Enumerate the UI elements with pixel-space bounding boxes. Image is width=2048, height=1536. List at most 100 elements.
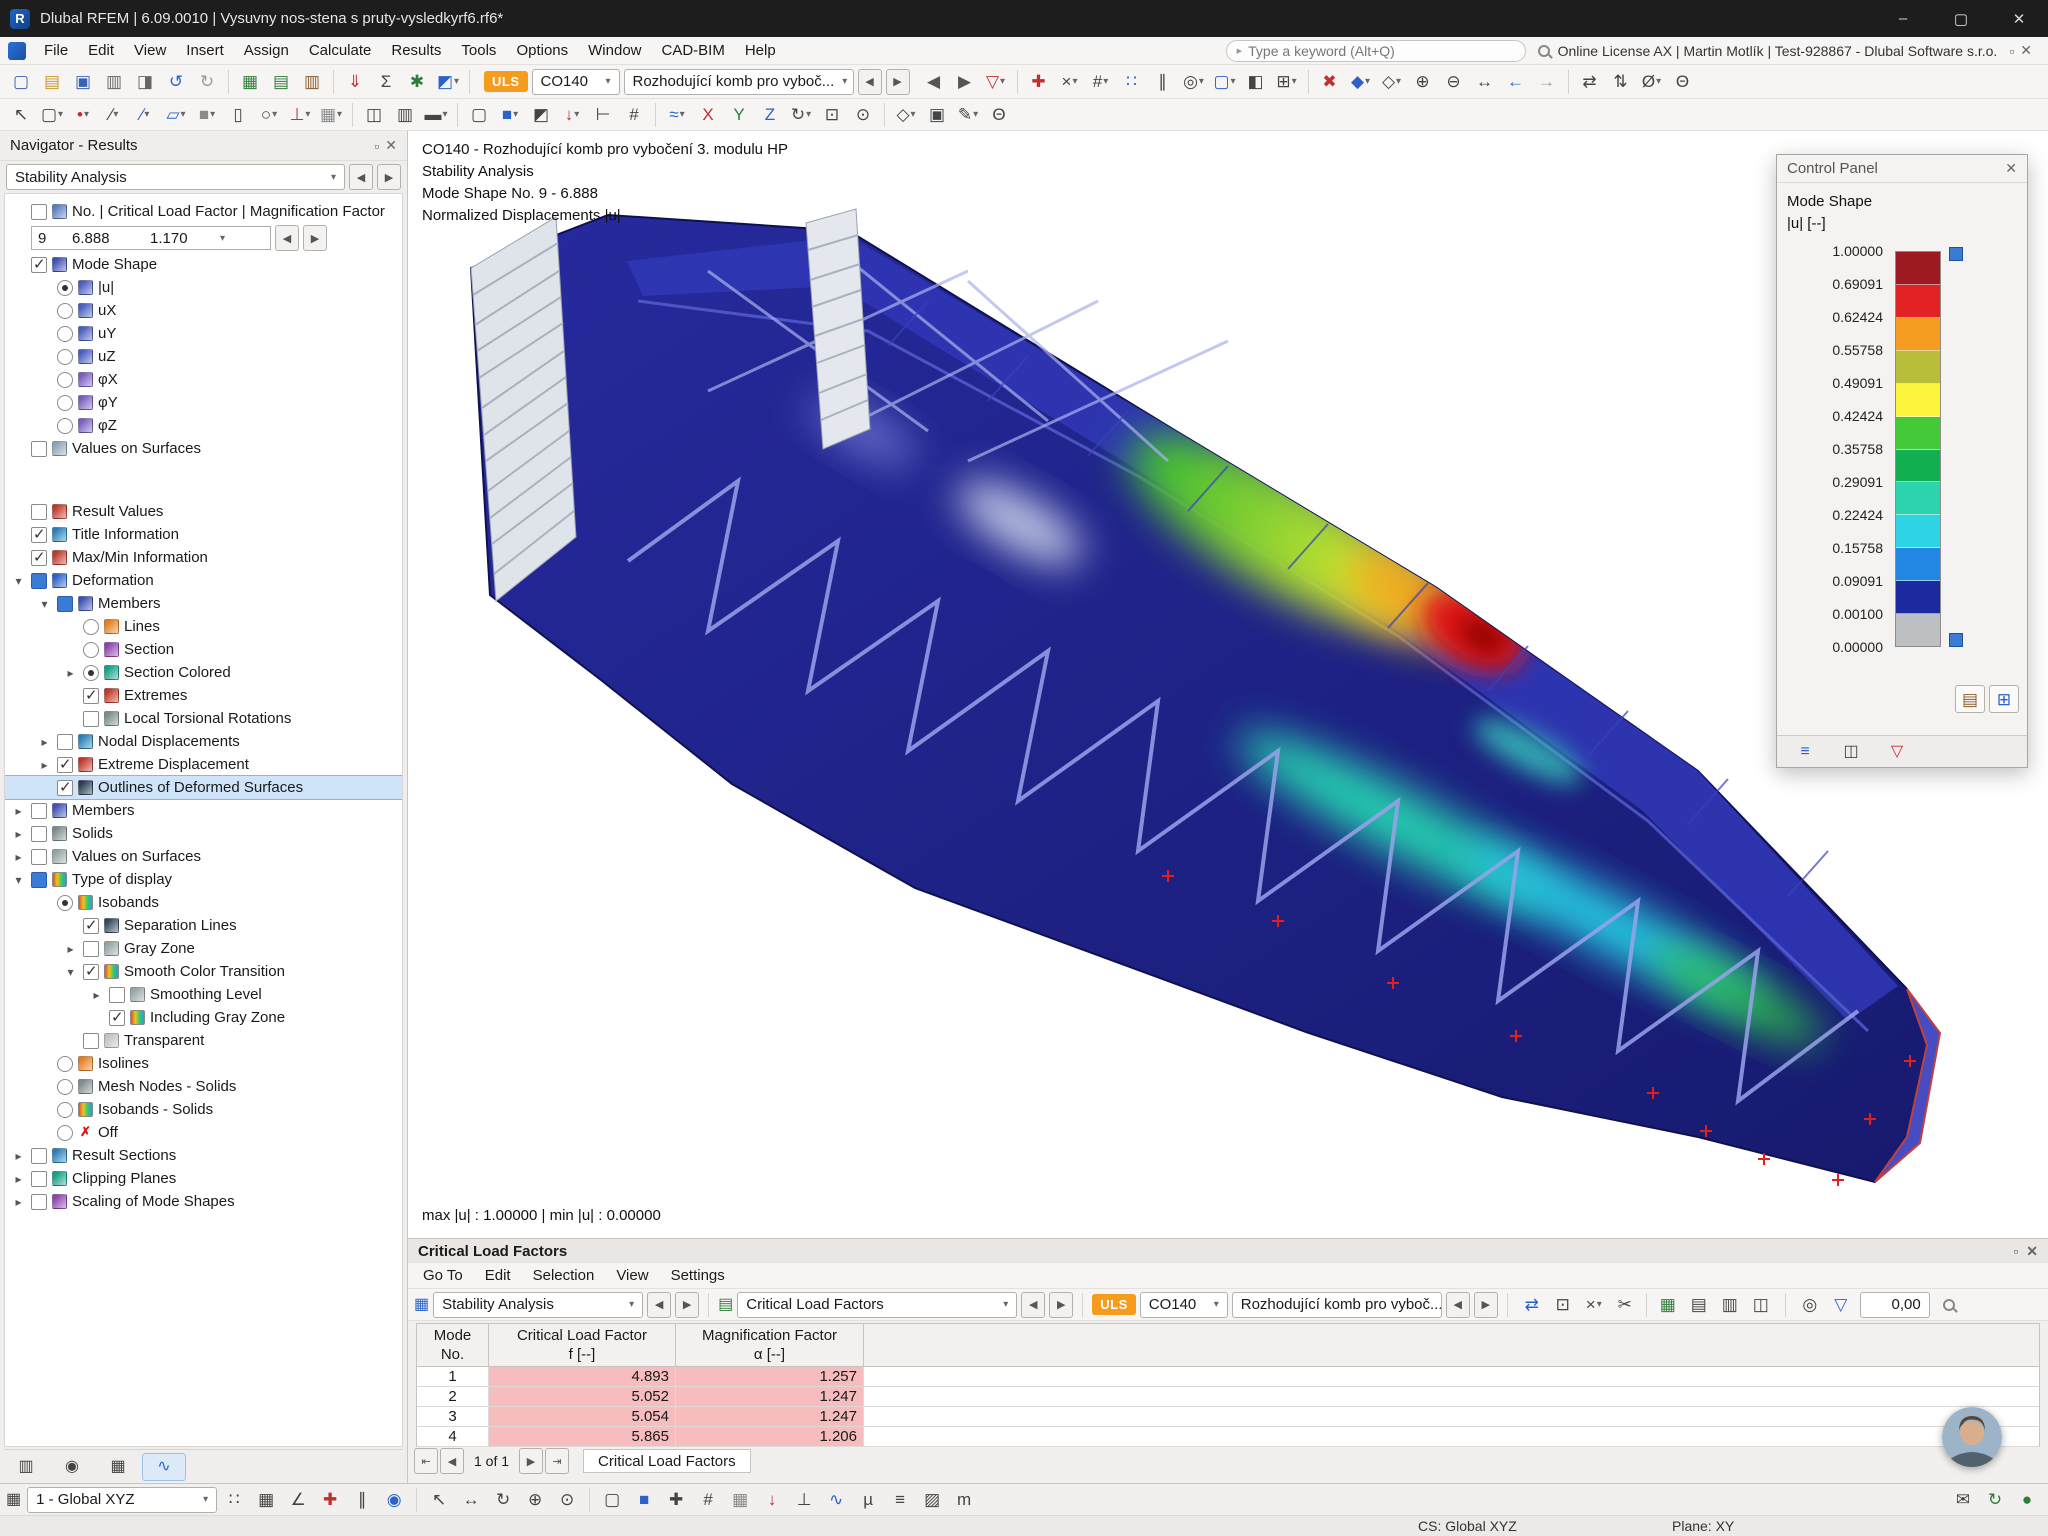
tree-item-title-information[interactable]: Title Information (5, 523, 402, 546)
units-status-button[interactable]: m (949, 1486, 979, 1514)
rotate-view-button[interactable]: ↻ ▾ (786, 101, 816, 129)
tree-item-x[interactable]: φX (5, 368, 402, 391)
table-row-mode-1[interactable]: 1 4.893 1.257 (416, 1367, 2040, 1387)
menu-cad-bim[interactable]: CAD-BIM (652, 39, 735, 62)
report-printout-button[interactable]: ▥ (297, 68, 327, 96)
tree-item-including-gray-zone[interactable]: Including Gray Zone (5, 1006, 402, 1029)
analysis-type-dropdown[interactable]: Stability Analysis ▾ (6, 164, 345, 190)
maximize-button[interactable]: ▢ (1932, 0, 1990, 37)
tree-item-no-critical-load-factor-magnification-factor[interactable]: No. | Critical Load Factor | Magnificati… (5, 200, 402, 223)
orbit-mode-button[interactable]: ↻ (488, 1486, 518, 1514)
checkbox-values-on-surfaces[interactable] (31, 848, 47, 865)
result-filter-button[interactable]: ▽ ▾ (981, 68, 1011, 96)
table-menu-settings[interactable]: Settings (660, 1265, 736, 1286)
previous-page-button[interactable]: ◀ (440, 1448, 464, 1474)
open-model-button[interactable]: ▤ (37, 68, 67, 96)
show-mesh-button[interactable]: # (619, 101, 649, 129)
expand-closed-icon[interactable]: ▸ (11, 804, 26, 818)
tree-item-smooth-color-transition[interactable]: ▾ Smooth Color Transition (5, 960, 402, 983)
mode-previous-button[interactable]: ◀ (275, 225, 299, 251)
menu-assign[interactable]: Assign (234, 39, 299, 62)
tree-item-uz[interactable]: uZ (5, 345, 402, 368)
select-mode-button[interactable]: ↖ (424, 1486, 454, 1514)
shading-status-button[interactable]: ■ (629, 1486, 659, 1514)
table-menu-selection[interactable]: Selection (522, 1265, 606, 1286)
table-menu-go-to[interactable]: Go To (412, 1265, 474, 1286)
navigator-toggle-button[interactable]: ◫ (359, 101, 389, 129)
table-edit-button[interactable]: ▤ (266, 68, 296, 96)
redo-button[interactable]: ↻ (192, 68, 222, 96)
mesh-status-button[interactable]: ▦ (725, 1486, 755, 1514)
radio-uy[interactable] (57, 325, 73, 342)
cartesian-axes-button[interactable]: ✚ (315, 1486, 345, 1514)
checkbox-nodal-displacements[interactable] (57, 733, 73, 750)
expand-closed-icon[interactable]: ▸ (63, 942, 78, 956)
tree-item-solids[interactable]: ▸ Solids (5, 822, 402, 845)
tree-item-y[interactable]: φY (5, 391, 402, 414)
save-model-button[interactable]: ▣ (68, 68, 98, 96)
transparent-display-button[interactable]: ◩ (526, 101, 556, 129)
checkbox-smoothing-level[interactable] (109, 986, 125, 1003)
table-layout-button[interactable]: ▥ (1715, 1291, 1745, 1319)
online-status-button[interactable]: ● (2012, 1486, 2042, 1514)
loads-status-button[interactable]: ↓ (757, 1486, 787, 1514)
tree-item-separation-lines[interactable]: Separation Lines (5, 914, 402, 937)
move-rotate-button[interactable]: ⇄ (1575, 68, 1605, 96)
view-z-button[interactable]: Z (755, 101, 785, 129)
panel-edit-scale-button[interactable]: ⊞ (1989, 685, 2019, 713)
tree-item-isobands-solids[interactable]: Isobands - Solids (5, 1098, 402, 1121)
table-type-dropdown[interactable]: Critical Load Factors ▾ (737, 1291, 1018, 1318)
expand-closed-icon[interactable]: ▸ (37, 758, 52, 772)
supports-status-button[interactable]: ⊥ (789, 1486, 819, 1514)
notes-button[interactable]: ✎ ▾ (953, 101, 983, 129)
table-panel-header[interactable]: Critical Load Factors ▫ ✕ (408, 1239, 2048, 1263)
select-arrow-button[interactable]: ↖ (6, 101, 36, 129)
color-scale[interactable] (1895, 251, 1941, 647)
table-row-mode-3[interactable]: 3 5.054 1.247 (416, 1407, 2040, 1427)
checkbox-title-information[interactable] (31, 525, 47, 543)
table-columns-button[interactable]: ◫ (1746, 1291, 1776, 1319)
table-next-button[interactable]: ▶ (1049, 1291, 1074, 1318)
select-objects-button[interactable]: ▢ ▾ (1210, 68, 1240, 96)
object-snap-status-button[interactable]: ◉ (379, 1486, 409, 1514)
radio-uz[interactable] (57, 348, 73, 365)
insert-solid-button[interactable]: ■ ▾ (192, 101, 222, 129)
radio-isobands[interactable] (57, 894, 73, 911)
tree-item-result-values[interactable]: Result Values (5, 500, 402, 523)
menu-edit[interactable]: Edit (78, 39, 124, 62)
tree-item-gray-zone[interactable]: ▸ Gray Zone (5, 937, 402, 960)
expand-closed-icon[interactable]: ▸ (11, 1195, 26, 1209)
color-scale-tab[interactable]: ≡ (1783, 738, 1827, 766)
tree-item-outlines-of-deformed-surfaces[interactable]: Outlines of Deformed Surfaces (5, 775, 402, 800)
load-combinations-button[interactable]: Σ (371, 68, 401, 96)
menu-help[interactable]: Help (735, 39, 786, 62)
numbering-status-button[interactable]: # (693, 1486, 723, 1514)
table-load-combo-dropdown[interactable]: Rozhodující komb pro vyboč...▾ (1231, 1291, 1442, 1318)
checkbox-including-gray-zone[interactable] (109, 1008, 125, 1026)
display-settings-button[interactable]: Θ (984, 101, 1014, 129)
expand-closed-icon[interactable]: ▸ (89, 988, 104, 1002)
radio-section-colored[interactable] (83, 664, 99, 681)
insert-opening-button[interactable]: ▯ (223, 101, 253, 129)
tree-item-result-sections[interactable]: ▸ Result Sections (5, 1144, 402, 1167)
grid-toggle-button[interactable]: ▦ (251, 1486, 281, 1514)
analysis-next-button[interactable]: ▶ (675, 1291, 700, 1318)
navigator-close-button[interactable]: ✕ (385, 137, 397, 154)
menu-close-button[interactable]: ✕ (2020, 42, 2032, 59)
mirror-copy-button[interactable]: ⇅ (1606, 68, 1636, 96)
navigator-tab-views[interactable]: ▦ (96, 1453, 140, 1481)
ortho-toggle-button[interactable]: ∠ (283, 1486, 313, 1514)
insert-hinge-button[interactable]: ○ ▾ (254, 101, 284, 129)
tree-item-transparent[interactable]: Transparent (5, 1029, 402, 1052)
menu-calculate[interactable]: Calculate (299, 39, 382, 62)
tree-item-z[interactable]: φZ (5, 414, 402, 437)
guidelines-button[interactable]: ∥ (1148, 68, 1178, 96)
radio-lines[interactable] (83, 618, 99, 635)
tree-item-values-on-surfaces[interactable]: ▸ Values on Surfaces (5, 845, 402, 868)
tree-item-ux[interactable]: uX (5, 299, 402, 322)
first-page-button[interactable]: ⇤ (414, 1448, 438, 1474)
solid-display-button[interactable]: ■ ▾ (495, 101, 525, 129)
analysis-next-button[interactable]: ▶ (377, 164, 401, 190)
load-combination-dropdown[interactable]: Rozhodující komb pro vyboč... ▾ (623, 68, 854, 95)
delete-results-button[interactable]: ✖ (1315, 68, 1345, 96)
